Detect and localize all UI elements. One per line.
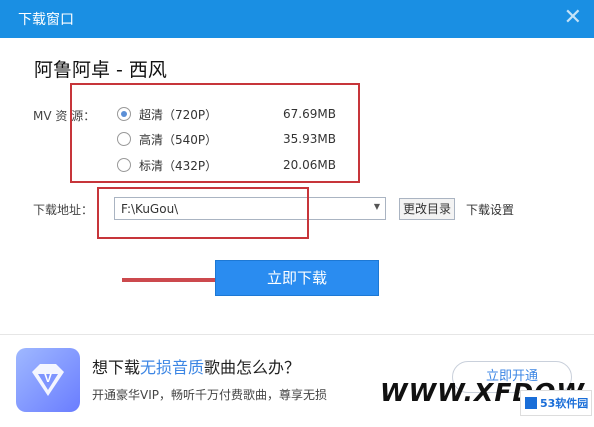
download-path-label: 下载地址： — [33, 203, 94, 217]
promo-subtitle: 开通豪华VIP，畅听千万付费歌曲，尊享无损 — [92, 388, 327, 402]
annotation-box-resolutions — [70, 83, 360, 183]
promo-title-highlight: 无损音质 — [140, 358, 205, 377]
download-settings-link[interactable]: 下载设置 — [466, 201, 514, 218]
promo-title-pre: 想下载 — [92, 358, 141, 377]
promo-title-post: 歌曲怎么办？ — [204, 358, 301, 377]
promo-title: 想下载无损音质歌曲怎么办？ — [92, 354, 300, 378]
title-bar: 下载窗口 ✕ — [0, 0, 594, 38]
svg-text:V: V — [44, 371, 52, 385]
section-divider — [0, 334, 594, 335]
close-icon[interactable]: ✕ — [564, 6, 582, 30]
site-logo: 53软件园 — [520, 390, 592, 416]
logo-square-icon — [525, 397, 537, 409]
download-now-button[interactable]: 立即下载 — [215, 260, 379, 296]
window-title: 下载窗口 — [18, 12, 74, 28]
change-directory-button[interactable]: 更改目录 — [399, 198, 455, 220]
dropdown-arrow-icon[interactable]: ▼ — [374, 202, 380, 211]
annotation-box-path — [97, 187, 309, 239]
logo-text: 53软件园 — [540, 397, 589, 410]
diamond-icon: V — [16, 348, 80, 412]
song-title: 阿鲁阿卓 - 西风 — [34, 59, 167, 81]
